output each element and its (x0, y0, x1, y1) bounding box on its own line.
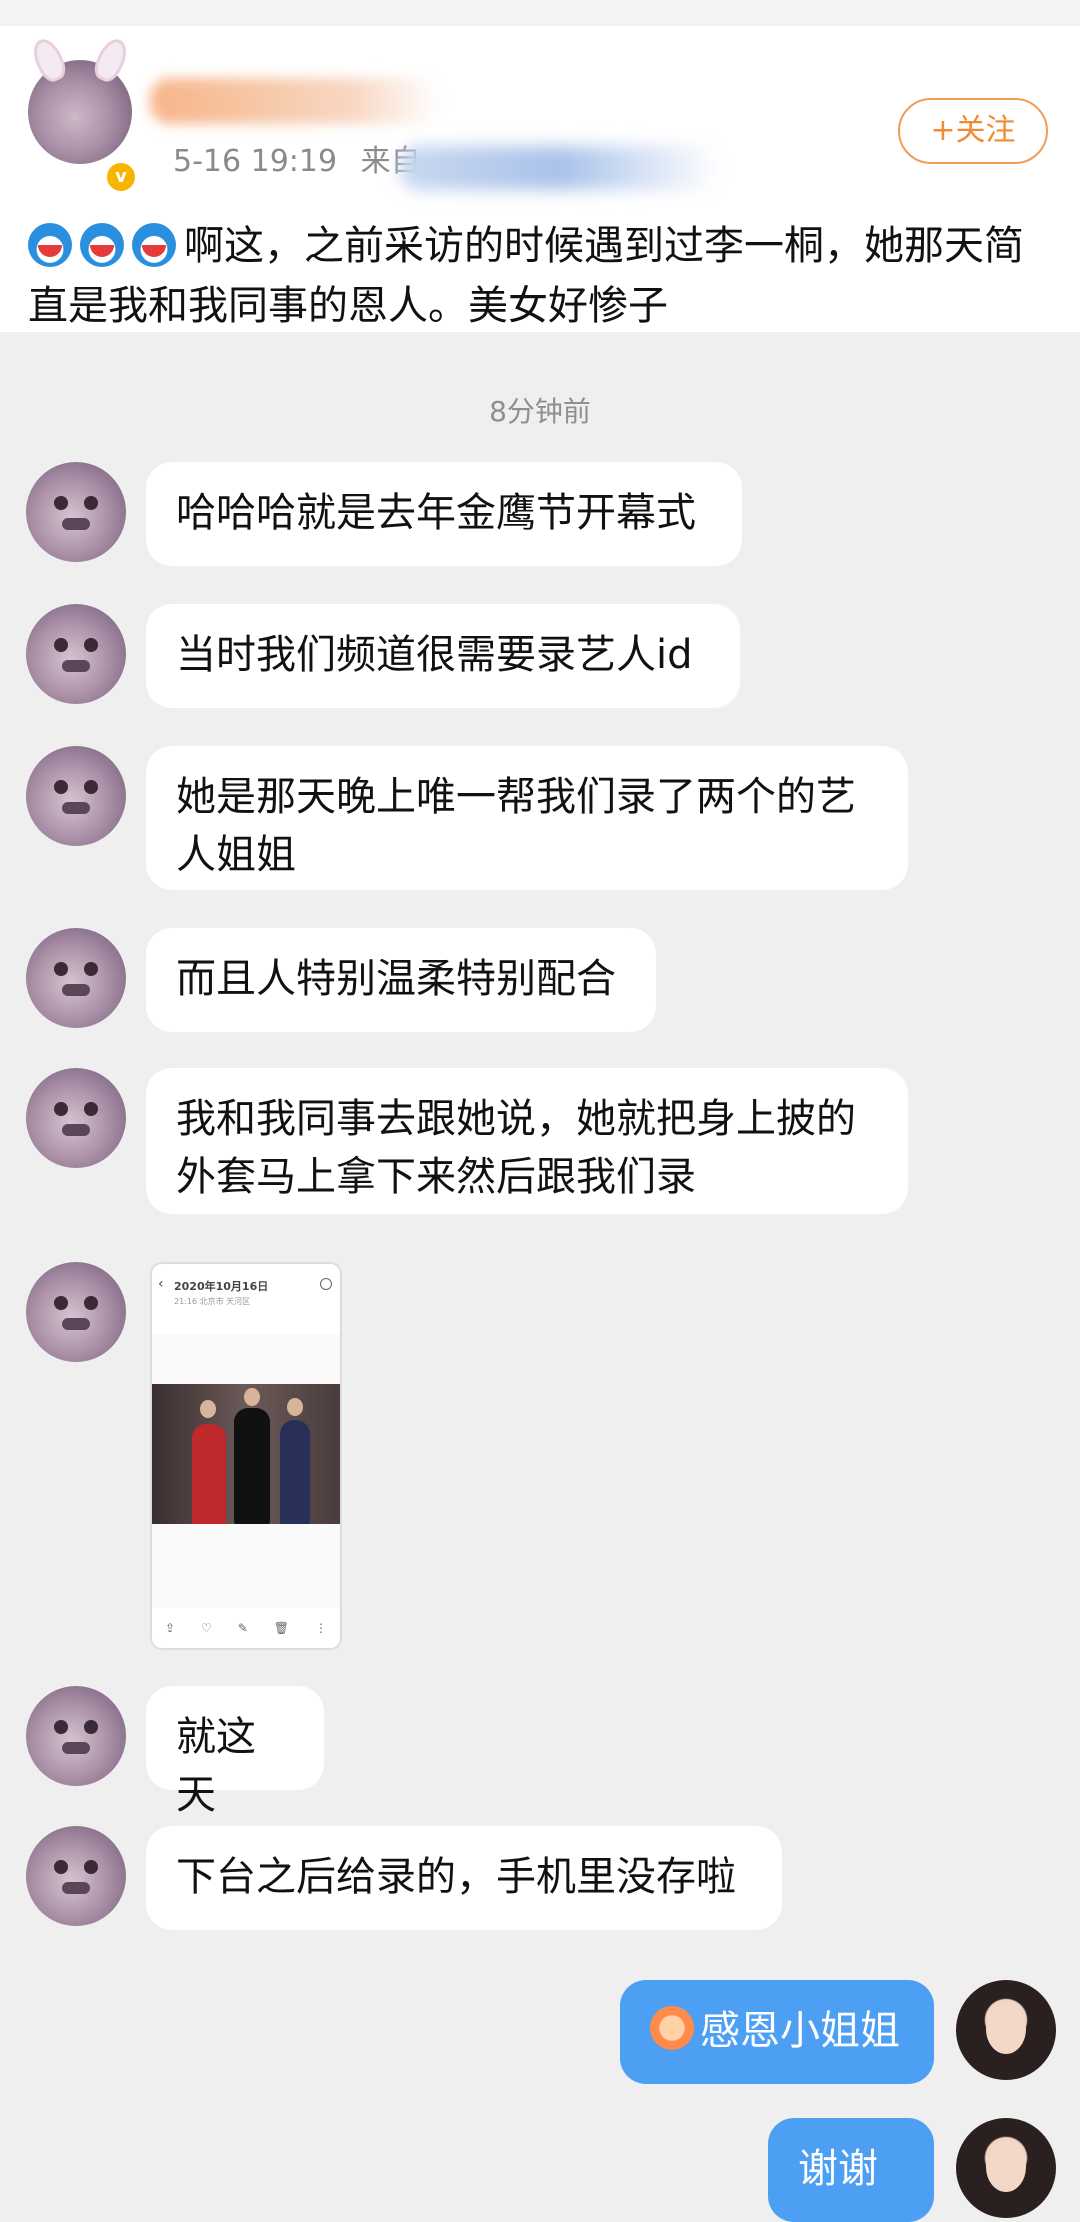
chat-message[interactable]: 哈哈哈就是去年金鹰节开幕式 (146, 462, 742, 566)
post-text: 啊这，之前采访的时候遇到过李一桐，她那天简直是我和我同事的恩人。美女好惨子 (28, 216, 1058, 336)
post-source-blurred (400, 146, 720, 190)
share-icon: ⇪ (164, 1621, 176, 1635)
delete-icon: 🗑 (273, 1621, 290, 1635)
chat-timestamp: 8分钟前 (489, 395, 591, 428)
info-icon (320, 1278, 332, 1290)
back-arrow-icon: ‹ (158, 1276, 164, 1292)
chat-message[interactable]: 下台之后给录的，手机里没存啦 (146, 1826, 782, 1930)
bunny-ear-right (89, 34, 133, 86)
event-photo (152, 1384, 340, 1524)
doraemon-emoji-icon (28, 223, 72, 267)
person-head (200, 1400, 216, 1418)
chat-image-message[interactable]: ‹ 2020年10月16日 21:16 北京市 天河区 ⇪ ♡ ✎ 🗑 ⋮ (150, 1262, 342, 1650)
image-subtitle: 21:16 北京市 天河区 (174, 1297, 251, 1306)
sender-avatar[interactable] (26, 604, 126, 704)
my-chat-message[interactable]: 感恩小姐姐 (620, 1980, 934, 2084)
image-toolbar: ⇪ ♡ ✎ 🗑 ⋮ (152, 1608, 340, 1648)
sender-avatar[interactable] (26, 1262, 126, 1362)
poster-name-blurred[interactable] (150, 78, 440, 124)
post-time: 5-16 19:19 (173, 144, 338, 179)
my-message-text: 感恩小姐姐 (700, 2008, 900, 2054)
person-head (244, 1388, 260, 1406)
verified-badge-icon: v (104, 160, 138, 194)
my-chat-message[interactable]: 谢谢 (768, 2118, 934, 2222)
bunny-ear-left (27, 34, 71, 86)
edit-icon: ✎ (237, 1621, 248, 1635)
person-head (287, 1398, 303, 1416)
sender-avatar[interactable] (26, 462, 126, 562)
doraemon-emoji-icon (80, 223, 124, 267)
my-avatar[interactable] (956, 2118, 1056, 2218)
chat-message[interactable]: 而且人特别温柔特别配合 (146, 928, 656, 1032)
person-red-dress (192, 1424, 226, 1524)
sender-avatar[interactable] (26, 1686, 126, 1786)
bird-emoji-icon (650, 2006, 694, 2050)
my-avatar[interactable] (956, 1980, 1056, 2080)
sender-avatar[interactable] (26, 1068, 126, 1168)
chat-message[interactable]: 就这天 (146, 1686, 324, 1818)
post-body: 啊这，之前采访的时候遇到过李一桐，她那天简直是我和我同事的恩人。美女好惨子 (28, 223, 1024, 329)
follow-button[interactable]: +关注 (898, 98, 1048, 164)
person-black-suit (234, 1408, 270, 1524)
heart-icon: ♡ (201, 1621, 212, 1635)
image-header: ‹ 2020年10月16日 21:16 北京市 天河区 (152, 1264, 340, 1334)
post-meta: 5-16 19:19 来自 (173, 136, 421, 180)
sender-avatar[interactable] (26, 746, 126, 846)
sender-avatar[interactable] (26, 1826, 126, 1926)
weibo-post-card: v 5-16 19:19 来自 +关注 啊这，之前采访的时候遇到过李一桐，她那天… (0, 26, 1080, 332)
poster-avatar[interactable] (27, 34, 133, 164)
chat-message[interactable]: 当时我们频道很需要录艺人id (146, 604, 740, 708)
status-strip (0, 0, 1080, 27)
sender-avatar[interactable] (26, 928, 126, 1028)
person-blue-dress (280, 1420, 310, 1524)
more-icon: ⋮ (314, 1621, 327, 1635)
chat-message[interactable]: 她是那天晚上唯一帮我们录了两个的艺人姐姐 (146, 746, 908, 890)
doraemon-emoji-icon (132, 223, 176, 267)
image-date: 2020年10月16日 (174, 1280, 269, 1293)
chat-message[interactable]: 我和我同事去跟她说，她就把身上披的外套马上拿下来然后跟我们录 (146, 1068, 908, 1214)
